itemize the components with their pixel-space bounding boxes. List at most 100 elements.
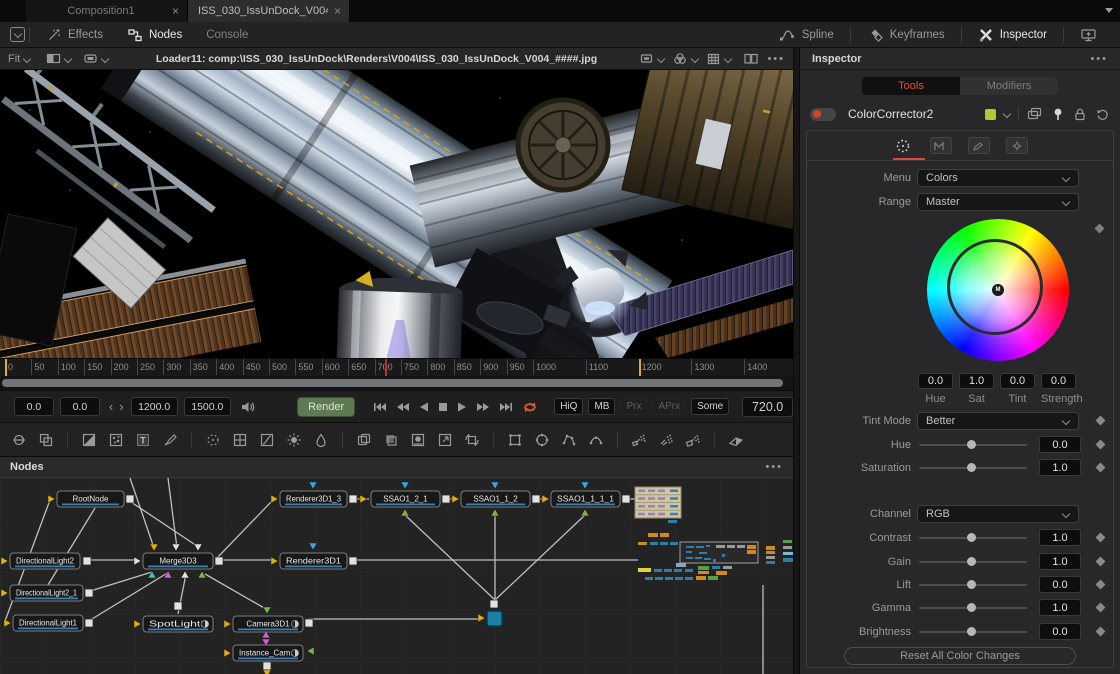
keyframe-icon[interactable] <box>1096 416 1106 426</box>
tab-composition1[interactable]: Composition1 × <box>26 0 188 22</box>
gain-field[interactable]: 1.0 <box>1039 553 1081 570</box>
step-back-icon[interactable]: ‹ <box>109 400 113 413</box>
graph-node-RootNode[interactable]: RootNode <box>57 491 124 507</box>
grid-dropdown[interactable] <box>706 51 731 66</box>
text-icon[interactable]: T <box>134 431 152 449</box>
menu-dropdown[interactable]: Colors <box>917 169 1079 187</box>
timeline-scrollbar[interactable] <box>0 376 793 390</box>
tint-value-field[interactable]: 0.0 <box>1000 373 1035 389</box>
mattecontrol-icon[interactable] <box>409 431 427 449</box>
tab-overflow-icon[interactable] <box>1105 8 1113 13</box>
rectangle-mask-icon[interactable] <box>506 431 524 449</box>
bspline-mask-icon[interactable] <box>587 431 605 449</box>
brightnesscontrast-icon[interactable] <box>285 431 303 449</box>
goto-start-button[interactable] <box>373 401 387 413</box>
contrast-field[interactable]: 1.0 <box>1039 529 1081 546</box>
ellipse-mask-icon[interactable] <box>533 431 551 449</box>
slider-thumb[interactable] <box>967 533 976 542</box>
tint-mode-dropdown[interactable]: Better <box>917 412 1079 430</box>
render-button[interactable]: Render <box>297 397 355 417</box>
display-monitor-button[interactable] <box>1080 27 1098 43</box>
global-start-field[interactable]: 0.0 <box>14 397 54 416</box>
keyframe-icon[interactable] <box>1096 580 1106 590</box>
range-dropdown[interactable]: Master <box>917 193 1079 211</box>
chevron-down-icon[interactable] <box>1003 110 1011 118</box>
fastnoise-icon[interactable] <box>107 431 125 449</box>
transform-icon[interactable] <box>463 431 481 449</box>
nodes-options-icon[interactable]: ••• <box>765 461 783 473</box>
versions-icon[interactable] <box>1027 107 1043 121</box>
colorcorrector-icon[interactable] <box>204 431 222 449</box>
tab-iss-030[interactable]: ISS_030_IssUnDock_V004 × <box>188 0 350 22</box>
graph-node-Renderer3D1_3[interactable]: Renderer3D1_3 <box>280 491 347 507</box>
wheel-master-handle[interactable]: M <box>992 284 1004 296</box>
graph-node-DirectionalLight2_1[interactable]: DirectionalLight2_1 <box>10 585 83 601</box>
graph-node-selected[interactable] <box>487 611 502 626</box>
slider-thumb[interactable] <box>967 440 976 449</box>
node-graph-canvas[interactable]: RootNodeRenderer3D1_3SSAO1_2_1SSAO1_1_2S… <box>0 478 793 674</box>
fast-reverse-button[interactable] <box>396 401 410 413</box>
keyframe-icon[interactable] <box>1096 533 1106 543</box>
keyframe-icon[interactable] <box>1096 627 1106 637</box>
graph-node-SSAO1_1_1_1[interactable]: SSAO1_1_1_1 <box>551 491 620 507</box>
graph-node-SSAO1_2_1[interactable]: SSAO1_2_1 <box>371 491 440 507</box>
saturation-field[interactable]: 1.0 <box>1039 459 1081 476</box>
settings-tab-icon[interactable] <box>1006 137 1028 154</box>
node-color-swatch[interactable] <box>985 109 996 120</box>
keyframes-button[interactable]: Keyframes <box>867 27 945 43</box>
current-frame-field[interactable]: 720.0 <box>742 397 793 417</box>
stop-button[interactable] <box>438 401 448 413</box>
fit-dropdown[interactable]: Fit <box>8 53 30 65</box>
background-icon[interactable] <box>80 431 98 449</box>
reset-history-icon[interactable] <box>1095 107 1110 121</box>
slider-thumb[interactable] <box>967 603 976 612</box>
keyframe-icon[interactable] <box>1096 463 1106 473</box>
select-tool-icon[interactable] <box>10 27 25 42</box>
pin-icon[interactable] <box>1051 107 1065 121</box>
inspector-button[interactable]: Inspector <box>978 27 1047 43</box>
step-forward-icon[interactable]: › <box>119 400 123 413</box>
playhead[interactable] <box>385 359 387 376</box>
audio-icon[interactable] <box>239 399 255 415</box>
levels-tab-icon[interactable] <box>930 137 952 154</box>
play-button[interactable] <box>457 401 467 413</box>
sat-value-field[interactable]: 1.0 <box>959 373 994 389</box>
pemitter-icon[interactable] <box>630 431 648 449</box>
keyframe-icon[interactable] <box>1095 224 1105 234</box>
node-enable-toggle[interactable] <box>810 108 836 121</box>
paint-icon[interactable] <box>161 431 179 449</box>
viewer-options-icon[interactable]: ••• <box>767 53 785 65</box>
view-layout-dropdown[interactable] <box>83 51 108 66</box>
merge-icon[interactable] <box>355 431 373 449</box>
channels-dropdown[interactable] <box>672 51 698 66</box>
gamma-field[interactable]: 1.0 <box>1039 599 1081 616</box>
keyframe-icon[interactable] <box>1096 440 1106 450</box>
spline-button[interactable]: Spline <box>779 27 834 43</box>
color-tab-icon[interactable] <box>892 137 914 155</box>
quality-hiq-toggle[interactable]: HiQ <box>554 398 583 415</box>
graph-node-DirectionalLight2[interactable]: DirectionalLight2 <box>10 553 80 569</box>
quality-aprx-toggle[interactable]: APrx <box>652 398 686 415</box>
gridwarp-icon[interactable] <box>231 431 249 449</box>
hue-field[interactable]: 0.0 <box>1039 436 1081 453</box>
play-reverse-button[interactable] <box>419 401 429 413</box>
graph-node-Instance_Cam...[interactable]: Instance_Cam... <box>233 645 303 661</box>
slider-thumb[interactable] <box>967 463 976 472</box>
blur-icon[interactable] <box>312 431 330 449</box>
edit-tab-icon[interactable] <box>968 137 990 154</box>
color-wheel[interactable]: M <box>927 219 1069 361</box>
channelbooleans-icon[interactable] <box>382 431 400 449</box>
render-start-field[interactable]: 1200.0 <box>131 397 178 416</box>
lift-field[interactable]: 0.0 <box>1039 576 1081 593</box>
slider-thumb[interactable] <box>967 580 976 589</box>
slider-thumb[interactable] <box>967 627 976 636</box>
nodes-button[interactable]: Nodes <box>127 27 182 43</box>
loop-button[interactable] <box>522 400 538 414</box>
colorcurves-icon[interactable] <box>258 431 276 449</box>
prender-icon[interactable] <box>684 431 702 449</box>
effects-button[interactable]: Effects <box>46 27 103 43</box>
channel-dropdown[interactable]: RGB <box>917 505 1079 523</box>
quality-prx-toggle[interactable]: Prx <box>620 398 647 415</box>
scrollbar-handle[interactable] <box>2 379 783 387</box>
fast-forward-button[interactable] <box>476 401 490 413</box>
